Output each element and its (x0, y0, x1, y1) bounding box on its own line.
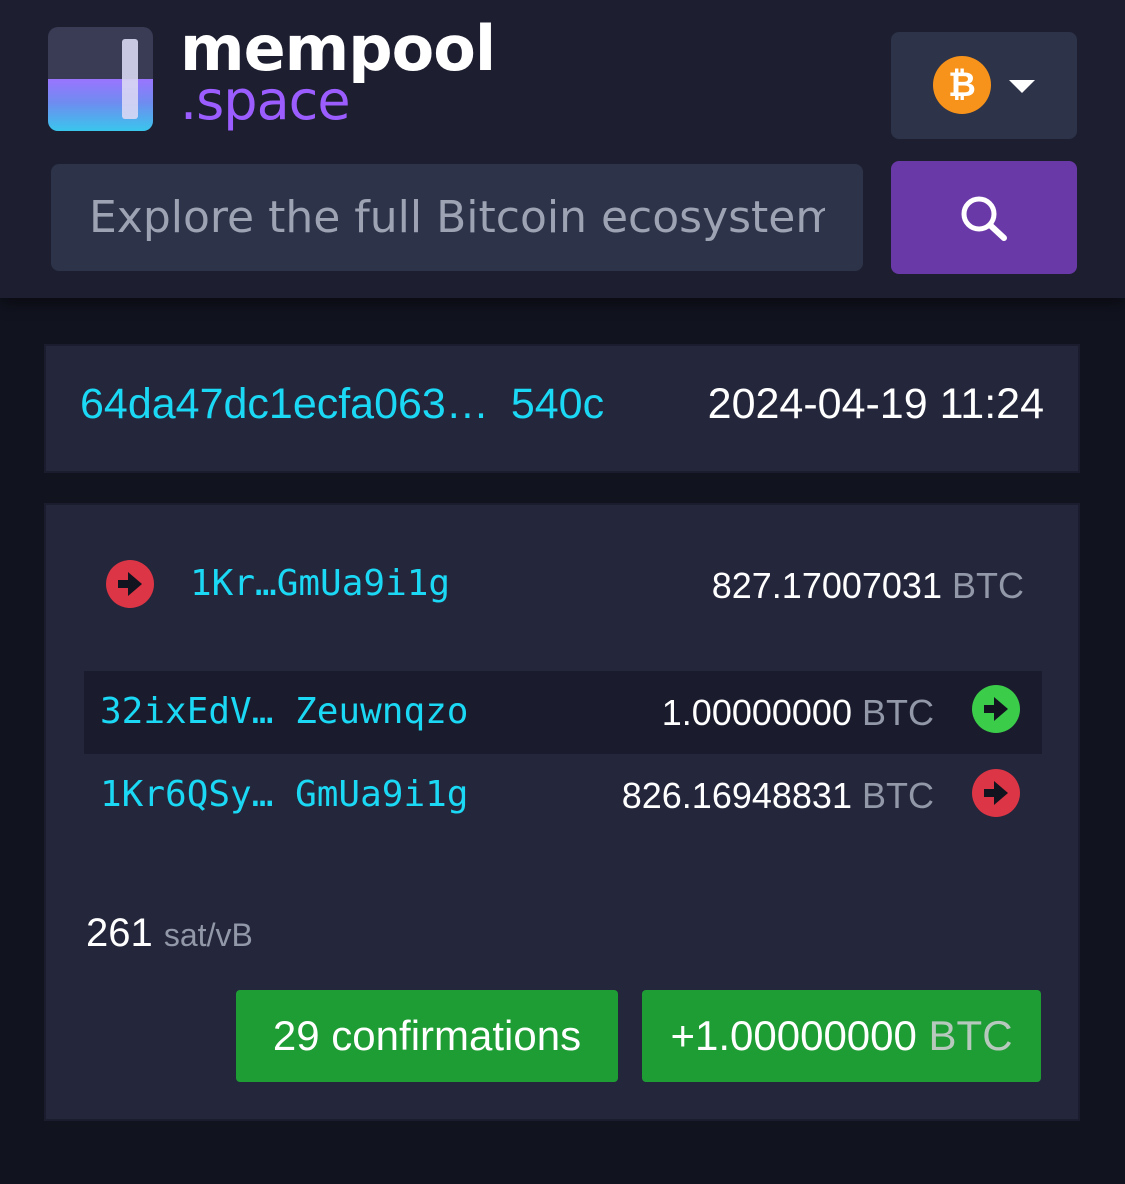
search-icon (961, 196, 1007, 241)
fee-rate-unit: sat/vB (163, 917, 253, 953)
fee-rate-value: 261 (86, 911, 153, 955)
logo-bar (122, 39, 138, 119)
output-address-end: GmUa9i1g (295, 774, 469, 815)
txid-link[interactable]: 64da47dc1ecfa063… 540c (80, 380, 604, 429)
network-selector-button[interactable]: ₿ (891, 32, 1077, 139)
bitcoin-icon: ₿ (933, 56, 991, 114)
fee-rate: 261 sat/vB (86, 911, 253, 956)
input-amount-unit: BTC (952, 565, 1024, 606)
txid-end: 540c (510, 380, 605, 428)
output-amount-value: 1.00000000 (661, 692, 852, 733)
net-amount-value: +1.00000000 (670, 1012, 917, 1059)
transaction-header-card: 64da47dc1ecfa063… 540c 2024-04-19 11:24 (44, 344, 1080, 473)
transaction-timestamp: 2024-04-19 11:24 (707, 380, 1044, 428)
output-spent-arrow-icon[interactable] (972, 769, 1020, 817)
search-input[interactable] (51, 164, 863, 271)
output-address-start: 32ixEdV… (100, 691, 274, 732)
confirmations-badge[interactable]: 29 confirmations (236, 990, 618, 1082)
arrow-right-icon (118, 572, 142, 596)
output-amount-unit: BTC (862, 775, 934, 816)
output-unspent-arrow-icon[interactable] (972, 685, 1020, 733)
output-amount: 826.16948831 BTC (622, 775, 934, 817)
transaction-io-card: 1Kr…GmUa9i1g 827.17007031 BTC 32ixEdV… Z… (44, 503, 1080, 1121)
output-amount-value: 826.16948831 (621, 775, 852, 816)
arrow-right-icon (984, 781, 1008, 805)
output-address-link[interactable]: 32ixEdV… Zeuwnqzo (100, 691, 468, 732)
arrow-right-icon (984, 697, 1008, 721)
input-address-link[interactable]: 1Kr…GmUa9i1g (190, 563, 450, 604)
input-amount-value: 827.17007031 (711, 565, 942, 606)
output-address-end: Zeuwnqzo (295, 691, 469, 732)
logo-icon[interactable] (48, 27, 153, 131)
output-address-link[interactable]: 1Kr6QSy… GmUa9i1g (100, 774, 468, 815)
input-spent-arrow-icon[interactable] (106, 560, 154, 608)
txid-start: 64da47dc1ecfa063… (80, 380, 489, 428)
output-amount: 1.00000000 BTC (662, 692, 934, 734)
output-amount-unit: BTC (862, 692, 934, 733)
logo-text-sub[interactable]: .space (180, 70, 351, 132)
net-amount-unit: BTC (928, 1012, 1013, 1059)
chevron-down-icon (1009, 80, 1035, 93)
search-button[interactable] (891, 161, 1077, 274)
output-address-start: 1Kr6QSy… (100, 774, 274, 815)
header: mempool .space ₿ (0, 0, 1125, 298)
input-amount: 827.17007031 BTC (712, 565, 1024, 607)
net-amount-badge[interactable]: +1.00000000 BTC (642, 990, 1041, 1082)
